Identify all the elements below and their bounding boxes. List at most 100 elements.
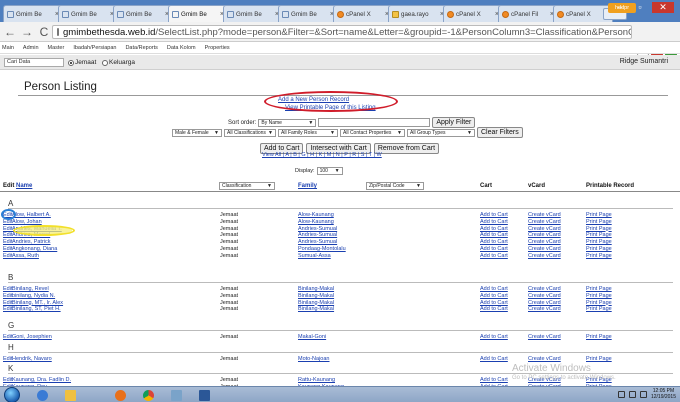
family-link[interactable]: Andries-Sumual [298,226,337,232]
family-link[interactable]: Binilang-Makal [298,300,334,306]
taskbar-firefox-icon[interactable] [108,388,132,402]
person-name-link[interactable]: Alow, Halbert A. [12,212,51,218]
menu-data-reports[interactable]: Data/Reports [125,45,157,51]
browser-tab[interactable]: Gmim Be × [168,5,228,22]
classification-select[interactable]: All Classifications ▼ [224,128,276,137]
browser-tab[interactable]: gaea.rayo × [388,5,448,22]
reload-icon[interactable]: C [37,25,51,39]
print-page-link[interactable]: Print Page [586,356,612,362]
add-to-cart-link[interactable]: Add to Cart [480,212,508,218]
add-to-cart-link[interactable]: Add to Cart [480,286,508,292]
person-name-link[interactable]: Angkonang, Diana [12,246,57,252]
create-vcard-link[interactable]: Create vCard [528,219,561,225]
group-types-select[interactable]: All Group Types ▼ [407,128,475,137]
forward-arrow-icon[interactable]: → [20,25,34,39]
add-to-cart-link[interactable]: Add to Cart [480,232,508,238]
add-to-cart-link[interactable]: Add to Cart [480,226,508,232]
add-to-cart-link[interactable]: Add to Cart [480,306,508,312]
menu-admin[interactable]: Admin [23,45,39,51]
print-page-link[interactable]: Print Page [586,293,612,299]
create-vcard-link[interactable]: Create vCard [528,212,561,218]
person-name-link[interactable]: binilang, Nydia N. [12,293,55,299]
browser-tab[interactable]: cPanel Fil × [498,5,558,22]
display-count-select[interactable]: 100 ▼ [316,167,343,175]
add-to-cart-link[interactable]: Add to Cart [480,246,508,252]
create-vcard-link[interactable]: Create vCard [528,356,561,362]
browser-tab[interactable]: Gmim Be × [58,5,118,22]
add-to-cart-link[interactable]: Add to Cart [480,300,508,306]
person-name-link[interactable]: Assa, Ruth [12,253,39,259]
print-page-link[interactable]: Print Page [586,306,612,312]
browser-tab[interactable]: Gmim Be × [113,5,173,22]
taskbar-media-icon[interactable] [30,388,54,402]
taskbar-chrome-icon[interactable] [136,388,160,402]
taskbar-word-icon[interactable] [192,388,216,402]
print-page-link[interactable]: Print Page [586,334,612,340]
print-page-link[interactable]: Print Page [586,212,612,218]
clear-filters-button[interactable]: Clear Filters [477,127,523,138]
browser-tab[interactable]: cPanel X× [333,5,393,22]
browser-tab[interactable]: Gmim Be × [278,5,338,22]
start-button-icon[interactable] [4,387,20,402]
menu-properties[interactable]: Properties [205,45,230,51]
person-name-link[interactable]: Andries, Patrick [12,239,51,245]
taskbar-explorer-icon[interactable] [58,388,82,402]
person-name-link[interactable]: Hendrik, Navaro [12,356,52,362]
radio-jemaat[interactable]: Jemaat [68,59,96,66]
maximize-icon[interactable]: ▫ [632,2,648,13]
browser-tab[interactable]: Gmim Be × [223,5,283,22]
family-link[interactable]: Rattu-Kaunang [298,377,335,383]
print-page-link[interactable]: Print Page [586,232,612,238]
remove-from-cart-button[interactable]: Remove from Cart [373,143,440,154]
radio-keluarga[interactable]: Keluarga [102,59,135,66]
add-to-cart-link[interactable]: Add to Cart [480,293,508,299]
family-link[interactable]: Binilang-Makal [298,306,334,312]
family-link[interactable]: Makal-Goni [298,334,326,340]
family-link[interactable]: Binilang-Makal [298,293,334,299]
letter-filter-links[interactable]: View All | A | B | G | H | K | M | N | P… [262,152,382,158]
person-name-link[interactable]: Binilang, Revel [12,286,49,292]
tray-volume-icon[interactable] [639,390,647,398]
taskbar-app-icon[interactable] [164,388,188,402]
print-page-link[interactable]: Print Page [586,253,612,259]
add-to-cart-link[interactable]: Add to Cart [480,334,508,340]
add-to-cart-link[interactable]: Add to Cart [480,253,508,259]
print-page-link[interactable]: Print Page [586,300,612,306]
family-roles-select[interactable]: All Family Roles ▼ [278,128,338,137]
printable-page-link[interactable]: View Printable Page of this Listing [285,105,376,111]
create-vcard-link[interactable]: Create vCard [528,253,561,259]
taskbar-clock[interactable]: 12:05 PM 12/19/2015 [651,388,676,400]
add-to-cart-link[interactable]: Add to Cart [480,356,508,362]
person-name-link[interactable]: Binilang, ST, Piet H. [12,306,61,312]
print-page-link[interactable]: Print Page [586,286,612,292]
gender-select[interactable]: Male & Female ▼ [172,128,222,137]
create-vcard-link[interactable]: Create vCard [528,246,561,252]
minimize-icon[interactable]: – [612,2,628,13]
zip-column-select[interactable]: Zip/Postal Code ▼ [366,182,424,190]
menu-main[interactable]: Main [2,45,14,51]
sort-by-name-link[interactable]: Name [16,183,32,189]
create-vcard-link[interactable]: Create vCard [528,300,561,306]
add-person-link[interactable]: Add a New Person Record [278,97,349,103]
person-name-link[interactable]: Alow, Johan [12,219,42,225]
print-page-link[interactable]: Print Page [586,246,612,252]
person-name-link[interactable]: Kaunang, Dra. Fadlin D. [12,377,71,383]
browser-tab[interactable]: cPanel X× [443,5,503,22]
create-vcard-link[interactable]: Create vCard [528,226,561,232]
sort-select[interactable]: By Name ▼ [258,118,317,127]
family-link[interactable]: Alow-Kaunang [298,219,334,225]
family-link[interactable]: Andries-Sumual [298,239,337,245]
person-name-link[interactable]: Binilang, MT., Ir. Alex [12,300,63,306]
person-name-link[interactable]: Goni, Josephien [12,334,52,340]
menu-ibadah[interactable]: Ibadah/Persiapan [73,45,116,51]
create-vcard-link[interactable]: Create vCard [528,334,561,340]
create-vcard-link[interactable]: Create vCard [528,286,561,292]
back-arrow-icon[interactable]: ← [3,25,17,39]
browser-tab[interactable]: Gmim Be × [3,5,63,22]
contact-properties-select[interactable]: All Contact Properties ▼ [340,128,405,137]
page-info-icon[interactable] [57,28,59,36]
add-to-cart-link[interactable]: Add to Cart [480,219,508,225]
family-link[interactable]: Moto-Najoan [298,356,330,362]
family-link[interactable]: Alow-Kaunang [298,212,334,218]
filter-text-input[interactable] [318,118,431,127]
